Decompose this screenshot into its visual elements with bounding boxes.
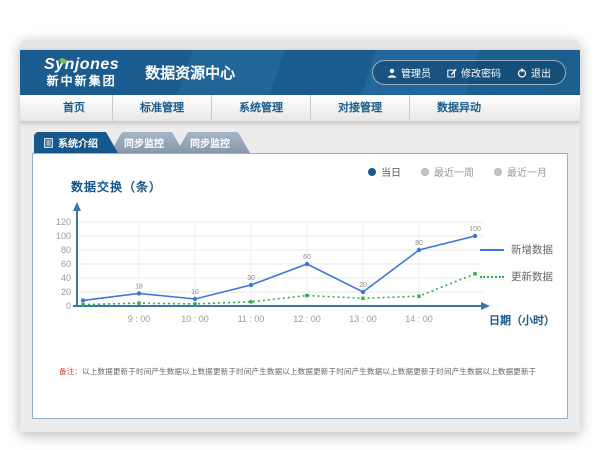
tab-system-intro[interactable]: 系统介绍 [34, 132, 118, 153]
chart-panel: 当日最近一周最近一月 数据交换（条） 0204060801001209 : 00… [32, 153, 568, 419]
legend-swatch-dotted [480, 276, 504, 278]
new-data-value-label: 18 [135, 283, 143, 290]
nav-item-data-change[interactable]: 数据异动 [409, 95, 508, 121]
nav-item-standard-mgmt[interactable]: 标准管理 [112, 95, 211, 121]
updated-data-marker [193, 302, 196, 305]
new-data-marker [361, 290, 365, 294]
period-filter-group: 当日 最近一周 最近一月 [368, 164, 547, 179]
x-tick-label: 13 : 00 [349, 314, 377, 324]
x-axis-arrow-icon [481, 302, 490, 310]
y-tick-label: 120 [56, 217, 71, 227]
tab-label: 同步监控 [124, 135, 164, 150]
nav-item-home[interactable]: 首页 [36, 95, 112, 121]
x-tick-label: 10 : 00 [181, 314, 209, 324]
new-data-value-label: 100 [469, 226, 481, 233]
updated-data-marker [473, 272, 476, 275]
y-tick-label: 80 [61, 245, 71, 255]
app-header: Synjones 新中新集团 数据资源中心 管理员 修改密码 退出 [20, 50, 580, 95]
new-data-marker [417, 248, 421, 252]
y-tick-label: 0 [66, 301, 71, 311]
updated-data-marker [305, 294, 308, 297]
updated-data-marker [137, 302, 140, 305]
content-area: 系统介绍同步监控同步监控 当日最近一周最近一月 数据交换（条） 02040608… [20, 122, 580, 419]
updated-data-marker [361, 297, 364, 300]
period-filter-last-week[interactable]: 最近一周 [421, 164, 474, 179]
period-label: 最近一月 [507, 164, 547, 179]
company-logo: Synjones 新中新集团 [34, 56, 129, 88]
period-label: 当日 [381, 164, 401, 179]
legend-item-new-data: 新增数据 [480, 242, 553, 257]
x-tick-label: 14 : 00 [405, 314, 433, 324]
nav-item-interface-mgmt[interactable]: 对接管理 [310, 95, 409, 121]
user-menu-item[interactable]: 管理员 [387, 65, 431, 80]
radio-dot-icon [421, 168, 429, 176]
logo-text-cn: 新中新集团 [44, 75, 119, 89]
new-data-value-label: 20 [359, 282, 367, 289]
x-tick-label: 12 : 00 [293, 314, 321, 324]
window-top-strip [20, 40, 580, 50]
tab-label: 系统介绍 [58, 135, 98, 150]
y-axis-arrow-icon [73, 202, 81, 211]
updated-data-marker [417, 295, 420, 298]
user-menu-label: 退出 [531, 65, 551, 80]
y-tick-label: 40 [61, 273, 71, 283]
chart-legend: 新增数据更新数据 [480, 242, 553, 284]
tab-label: 同步监控 [190, 135, 230, 150]
edit-icon [447, 68, 457, 78]
radio-dot-icon [494, 168, 502, 176]
user-menu: 管理员 修改密码 退出 [372, 60, 566, 85]
radio-dot-icon [368, 168, 376, 176]
page-title: 数据资源中心 [145, 62, 235, 83]
tab-sync-monitor-2[interactable]: 同步监控 [176, 132, 250, 153]
new-data-value-label: 30 [247, 275, 255, 282]
logo-text-en: Synjones [44, 56, 119, 74]
new-data-value-label: 10 [191, 289, 199, 296]
legend-item-updated-data: 更新数据 [480, 269, 553, 284]
tab-sync-monitor-1[interactable]: 同步监控 [110, 132, 184, 153]
period-label: 最近一周 [434, 164, 474, 179]
period-filter-last-month[interactable]: 最近一月 [494, 164, 547, 179]
legend-label: 新增数据 [511, 242, 553, 257]
footnote-prefix: 备注： [59, 367, 82, 376]
main-nav: 首页标准管理系统管理对接管理数据异动 [20, 95, 580, 122]
user-menu-label: 管理员 [401, 65, 431, 80]
y-tick-label: 60 [61, 259, 71, 269]
new-data-marker [137, 291, 141, 295]
footnote-text: 以上数据更新于时间产生数据以上数据更新于时间产生数据以上数据更新于时间产生数据以… [82, 367, 536, 376]
footnote: 备注：以上数据更新于时间产生数据以上数据更新于时间产生数据以上数据更新于时间产生… [59, 366, 553, 377]
user-menu-item[interactable]: 修改密码 [447, 65, 501, 80]
updated-data-marker [81, 303, 84, 306]
new-data-marker [193, 297, 197, 301]
user-menu-item[interactable]: 退出 [517, 65, 551, 80]
x-tick-label: 11 : 00 [238, 314, 265, 324]
tab-bar: 系统介绍 同步监控 同步监控 [32, 136, 568, 153]
y-tick-label: 20 [61, 287, 71, 297]
power-icon [517, 68, 527, 78]
app-window: Synjones 新中新集团 数据资源中心 管理员修改密码退出 首页标准管理系统… [20, 40, 580, 432]
doc-icon [44, 138, 53, 148]
nav-item-system-mgmt[interactable]: 系统管理 [211, 95, 310, 121]
new-data-marker [81, 298, 85, 302]
x-tick-label: 9 : 00 [128, 314, 151, 324]
period-filter-today[interactable]: 当日 [368, 164, 401, 179]
legend-label: 更新数据 [511, 269, 553, 284]
user-menu-label: 修改密码 [461, 65, 501, 80]
new-data-marker [305, 262, 309, 266]
updated-data-marker [249, 300, 252, 303]
new-data-value-label: 80 [415, 240, 423, 247]
user-icon [387, 68, 397, 78]
new-data-marker [473, 234, 477, 238]
new-data-value-label: 60 [303, 254, 311, 261]
y-tick-label: 100 [56, 231, 71, 241]
new-data-marker [249, 283, 253, 287]
legend-swatch-solid [480, 249, 504, 251]
x-axis-title: 日期（小时） [489, 313, 555, 327]
